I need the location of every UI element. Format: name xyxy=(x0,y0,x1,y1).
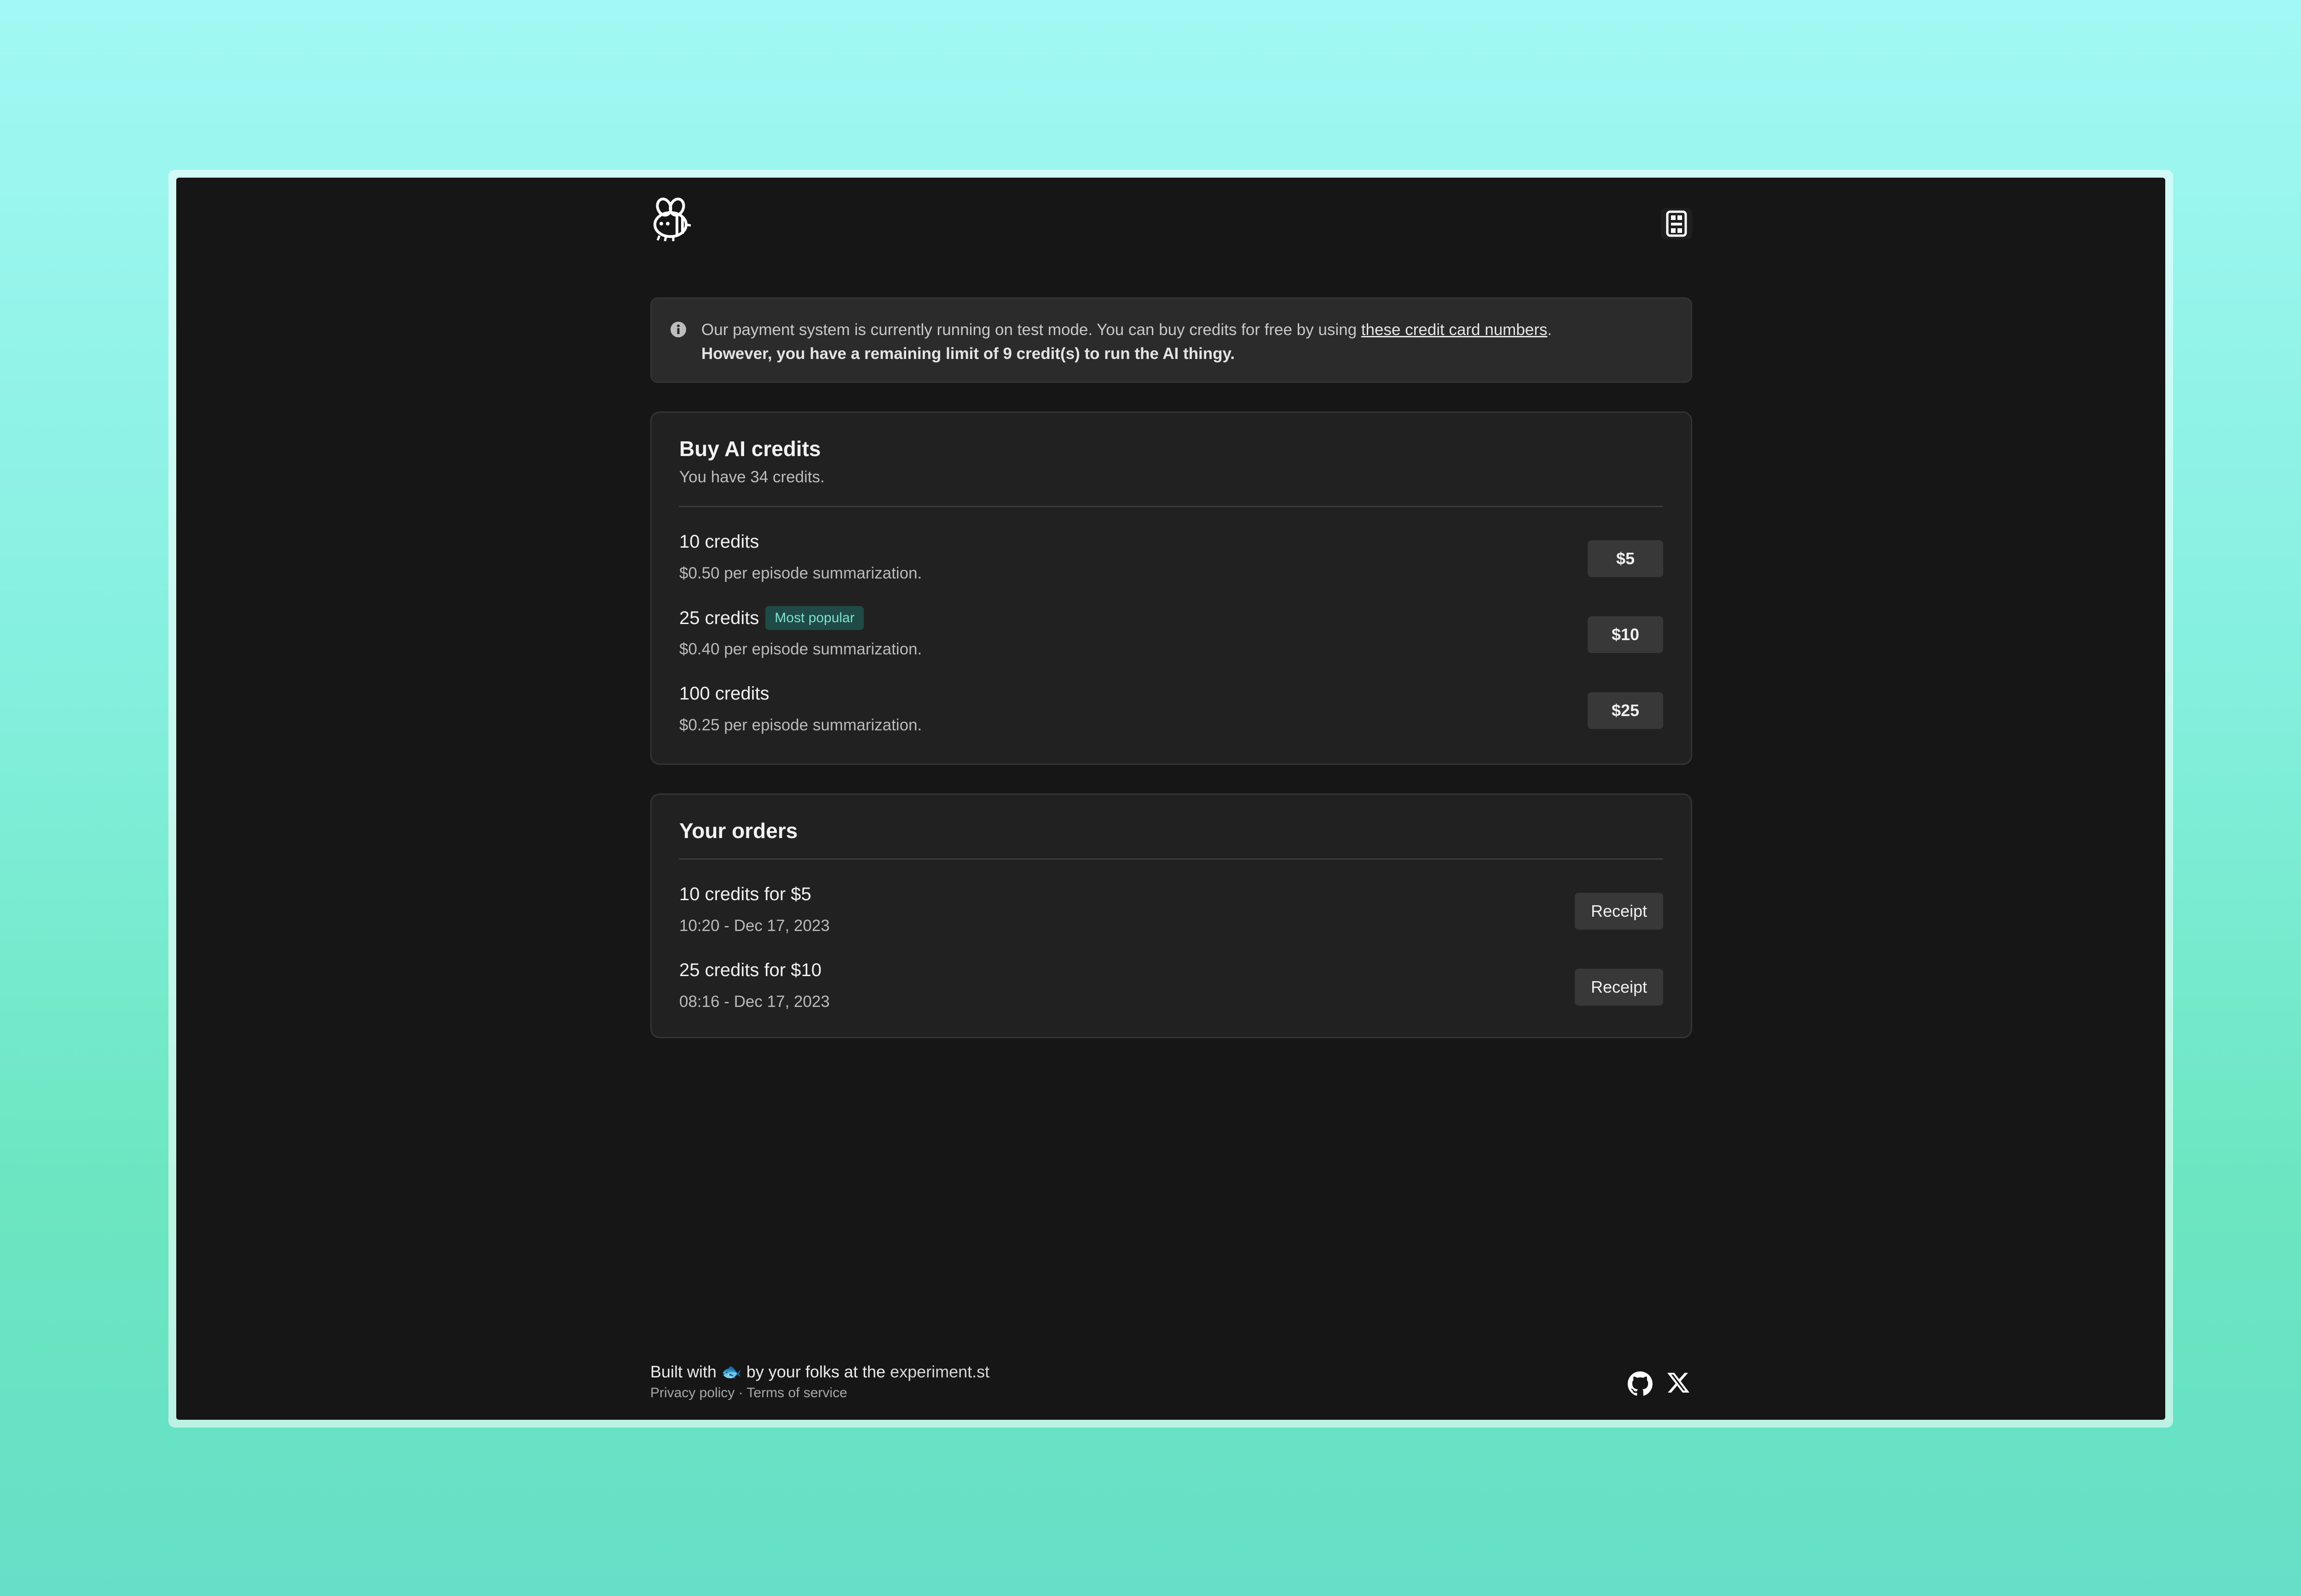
orders-card: Your orders 10 credits for $5 10:20 - De… xyxy=(650,793,1692,1038)
package-title: 10 credits xyxy=(679,530,759,553)
order-row: 10 credits for $5 10:20 - Dec 17, 2023 R… xyxy=(679,864,1663,940)
main-column: Our payment system is currently running … xyxy=(650,178,1692,1038)
bee-icon[interactable] xyxy=(650,197,692,242)
buy-100-credits-button[interactable]: $25 xyxy=(1588,692,1663,729)
info-icon xyxy=(670,321,687,337)
package-title-text: 10 credits xyxy=(679,532,759,552)
package-rate: $0.25 per episode summarization. xyxy=(679,716,922,734)
privacy-policy-link[interactable]: Privacy policy xyxy=(650,1385,734,1400)
buy-25-credits-button[interactable]: $10 xyxy=(1588,616,1663,653)
credit-balance: You have 34 credits. xyxy=(679,468,825,486)
app-window: Our payment system is currently running … xyxy=(176,178,2165,1420)
avatar-icon[interactable] xyxy=(1661,208,1692,239)
order-title: 10 credits for $5 xyxy=(679,884,811,904)
buy-credits-title: Buy AI credits xyxy=(679,437,821,461)
github-icon[interactable] xyxy=(1628,1371,1653,1396)
footer-links: Privacy policy · Terms of service xyxy=(650,1385,1692,1401)
notice-after-link: . xyxy=(1547,321,1552,339)
notice-line-1: Our payment system is currently running … xyxy=(701,318,1663,342)
package-row: 25 credits Most popular $0.40 per episode… xyxy=(679,588,1663,664)
package-title: 100 credits xyxy=(679,682,769,705)
package-title-text: 25 credits xyxy=(679,608,759,628)
most-popular-badge: Most popular xyxy=(765,606,864,630)
social-links xyxy=(1628,1371,1692,1396)
buy-10-credits-button[interactable]: $5 xyxy=(1588,540,1663,577)
order-row: 25 credits for $10 08:16 - Dec 17, 2023 … xyxy=(679,940,1663,1016)
package-row: 10 credits $0.50 per episode summarizati… xyxy=(679,512,1663,588)
package-row: 100 credits $0.25 per episode summarizat… xyxy=(679,664,1663,740)
order-date: 08:16 - Dec 17, 2023 xyxy=(679,993,830,1011)
notice-limit: However, you have a remaining limit of 9… xyxy=(701,345,1235,363)
receipt-button[interactable]: Receipt xyxy=(1575,969,1663,1006)
order-title: 25 credits for $10 xyxy=(679,960,822,980)
test-mode-notice: Our payment system is currently running … xyxy=(650,297,1692,383)
credit-card-numbers-link[interactable]: these credit card numbers xyxy=(1361,321,1548,339)
experiment-site-link[interactable]: experiment.st xyxy=(890,1362,989,1381)
package-rate: $0.40 per episode summarization. xyxy=(679,640,922,658)
receipt-button[interactable]: Receipt xyxy=(1575,893,1663,930)
footer-separator: · xyxy=(734,1385,747,1400)
orders-title: Your orders xyxy=(679,819,798,843)
package-title: 25 credits Most popular xyxy=(679,606,864,630)
notice-text: Our payment system is currently running … xyxy=(701,321,1361,339)
package-rate: $0.50 per episode summarization. xyxy=(679,564,922,582)
footer: Built with 🐟 by your folks at the experi… xyxy=(650,1360,1692,1420)
x-icon[interactable] xyxy=(1667,1371,1692,1396)
buy-credits-card: Buy AI credits You have 34 credits. 10 c… xyxy=(650,411,1692,765)
divider xyxy=(679,858,1663,860)
divider xyxy=(679,506,1663,507)
order-date: 10:20 - Dec 17, 2023 xyxy=(679,917,830,935)
footer-credit: Built with 🐟 by your folks at the experi… xyxy=(650,1360,1692,1383)
package-title-text: 100 credits xyxy=(679,683,769,704)
top-bar xyxy=(650,178,1692,247)
terms-of-service-link[interactable]: Terms of service xyxy=(747,1385,847,1400)
footer-built-text: Built with 🐟 by your folks at the xyxy=(650,1362,890,1381)
browser-frame: Our payment system is currently running … xyxy=(168,170,2173,1428)
